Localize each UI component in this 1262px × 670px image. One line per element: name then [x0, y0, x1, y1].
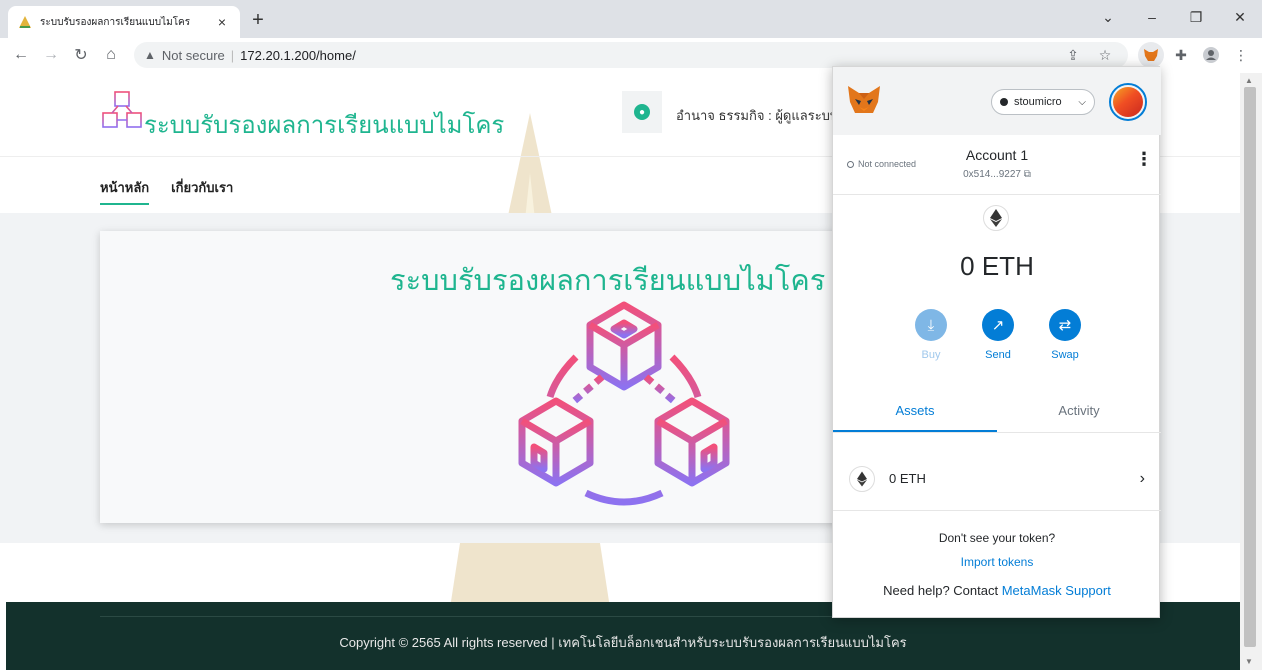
menu-kebab-icon[interactable]: ⋮ [1228, 42, 1254, 68]
footer-copyright: Copyright © 2565 All rights reserved | เ… [339, 635, 907, 650]
scroll-thumb[interactable] [1244, 87, 1256, 647]
tab-search-icon[interactable]: ⌄ [1086, 0, 1130, 34]
chevron-right-icon: › [1139, 469, 1145, 487]
tab-title: ระบบรับรองผลการเรียนแบบไมโคร [40, 16, 191, 28]
site-favicon-icon [18, 15, 32, 29]
account-options-icon[interactable]: ⋮ [1135, 150, 1153, 168]
buy-button[interactable]: ⤓ Buy [913, 309, 949, 361]
ethereum-icon [983, 205, 1009, 231]
profile-icon[interactable] [1198, 42, 1224, 68]
need-help-label: Need help? Contact [883, 583, 999, 598]
window-controls: ⌄ – ❐ ✕ [1086, 0, 1262, 34]
url-text: 172.20.1.200/home/ [240, 47, 356, 63]
account-avatar[interactable] [1109, 83, 1147, 121]
metamask-fox-icon [848, 86, 880, 113]
blockchain-cubes-icon [518, 301, 730, 506]
tab-close-icon[interactable]: × [214, 14, 230, 30]
token-question: Don't see your token? [938, 531, 1056, 545]
balance: 0 ETH [960, 251, 1034, 281]
user-badge[interactable]: ● [622, 91, 662, 133]
metamask-extension-icon[interactable] [1138, 42, 1164, 68]
account-bar: Not connected Account 1 0x514...9227 ⧉ ⋮ [833, 135, 1161, 195]
ethereum-icon [849, 465, 875, 492]
network-selector[interactable]: stoumicro ⌵ [991, 89, 1095, 115]
forward-arrow-icon[interactable]: → [38, 42, 64, 68]
help-text: Need help? Contact MetaMask Support [833, 583, 1161, 598]
metamask-popup: stoumicro ⌵ Not connected Account 1 0x51… [832, 66, 1161, 618]
reload-icon[interactable]: ↻ [68, 42, 94, 68]
nav-home[interactable]: หน้าหลัก [100, 177, 150, 205]
send-label: Send [985, 349, 1011, 361]
page-scrollbar[interactable]: ▲ ▼ [1240, 73, 1262, 670]
user-icon: ● [634, 104, 650, 120]
metamask-tabs: Assets Activity [833, 393, 1161, 433]
download-icon: ⤓ [915, 309, 947, 341]
bookmark-star-icon[interactable]: ☆ [1092, 42, 1118, 68]
new-tab-button[interactable]: + [246, 9, 270, 33]
wallet-actions: ⤓ Buy ↗ Send ⇄ Swap [913, 309, 1083, 361]
main-nav: หน้าหลัก เกี่ยวกับเรา [100, 177, 233, 205]
import-tokens-link[interactable]: Import tokens [833, 555, 1161, 569]
blockchain-logo-icon[interactable] [100, 89, 144, 133]
address-bar[interactable]: ▲ Not secure | 172.20.1.200/home/ ⇪ ☆ [134, 42, 1128, 68]
asset-row-eth[interactable]: 0 ETH › [833, 447, 1161, 511]
restore-icon[interactable]: ❐ [1174, 0, 1218, 34]
tab-activity[interactable]: Activity [997, 393, 1161, 432]
home-icon[interactable]: ⌂ [98, 42, 124, 68]
close-window-icon[interactable]: ✕ [1218, 0, 1262, 34]
swap-label: Swap [1051, 349, 1079, 361]
metamask-support-link[interactable]: MetaMask Support [1002, 583, 1111, 598]
copy-icon[interactable]: ⧉ [1024, 169, 1031, 180]
omnibox-divider: | [230, 47, 235, 63]
scroll-down-icon[interactable]: ▼ [1245, 657, 1253, 666]
extensions-puzzle-icon[interactable]: ✚ [1168, 42, 1194, 68]
security-label: Not secure [161, 47, 225, 63]
network-dot-icon [1000, 98, 1008, 106]
account-address-text: 0x514...9227 [963, 169, 1021, 180]
send-button[interactable]: ↗ Send [980, 309, 1016, 361]
scroll-up-icon[interactable]: ▲ [1245, 76, 1253, 85]
tab-strip: ระบบรับรองผลการเรียนแบบไมโคร × + ⌄ – ❐ ✕ [0, 0, 1262, 38]
browser-tab[interactable]: ระบบรับรองผลการเรียนแบบไมโคร × [8, 6, 240, 38]
network-name: stoumicro [1014, 96, 1062, 108]
minimize-icon[interactable]: – [1130, 0, 1174, 34]
account-name[interactable]: Account 1 [833, 147, 1161, 163]
user-name[interactable]: อำนาจ ธรรมกิจ : ผู้ดูแลระบบ [676, 105, 838, 126]
metamask-header: stoumicro ⌵ [833, 67, 1161, 135]
share-icon[interactable]: ⇪ [1060, 42, 1086, 68]
buy-label: Buy [921, 349, 941, 361]
swap-icon: ⇄ [1049, 309, 1081, 341]
browser-chrome: ระบบรับรองผลการเรียนแบบไมโคร × + ⌄ – ❐ ✕… [0, 0, 1262, 72]
back-arrow-icon[interactable]: ← [8, 42, 34, 68]
swap-button[interactable]: ⇄ Swap [1047, 309, 1083, 361]
warning-icon: ▲ [144, 48, 156, 62]
chevron-down-icon: ⌵ [1078, 96, 1086, 108]
asset-label: 0 ETH [889, 471, 926, 486]
arrow-up-right-icon: ↗ [982, 309, 1014, 341]
nav-about[interactable]: เกี่ยวกับเรา [171, 177, 233, 205]
site-title[interactable]: ระบบรับรองผลการเรียนแบบไมโคร [144, 105, 504, 144]
tab-assets[interactable]: Assets [833, 393, 997, 432]
account-address[interactable]: 0x514...9227 ⧉ [833, 169, 1161, 180]
